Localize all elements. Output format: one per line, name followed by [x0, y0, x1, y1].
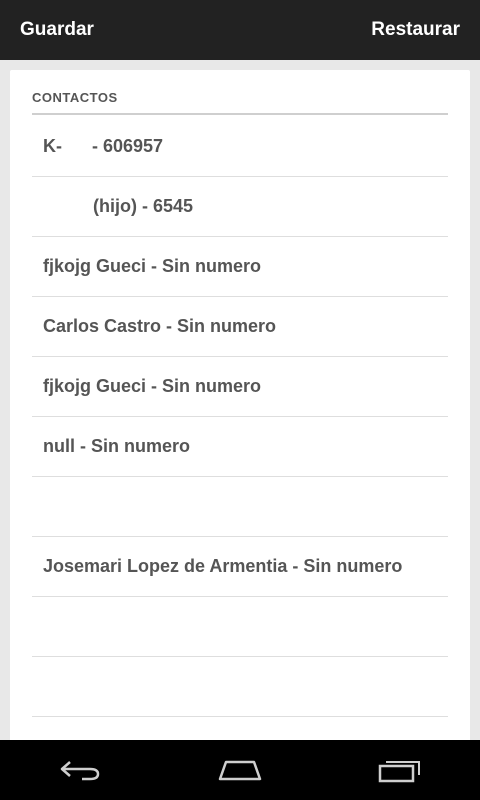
- contact-item[interactable]: K- - 606957: [32, 117, 448, 177]
- recents-button[interactable]: [360, 740, 440, 800]
- back-icon: [60, 761, 100, 781]
- contact-item[interactable]: Josemari Lopez de Armentia - Sin numero: [32, 537, 448, 597]
- back-button[interactable]: [40, 740, 120, 800]
- contact-item[interactable]: (hijo) - 6545: [32, 177, 448, 237]
- action-bar: Guardar Restaurar: [0, 0, 480, 60]
- contact-item[interactable]: [32, 597, 448, 657]
- contact-list: K- - 606957 (hijo) - 6545 fjkojg Gueci -…: [32, 117, 448, 750]
- contact-item[interactable]: fjkojg Gueci - Sin numero: [32, 237, 448, 297]
- contact-item[interactable]: Carlos Castro - Sin numero: [32, 297, 448, 357]
- restore-button[interactable]: Restaurar: [371, 19, 460, 41]
- contacts-card: CONTACTOS K- - 606957 (hijo) - 6545 fjko…: [10, 70, 470, 750]
- home-icon: [218, 760, 262, 781]
- contact-item[interactable]: null - Sin numero: [32, 417, 448, 477]
- contact-item[interactable]: [32, 477, 448, 537]
- contact-item[interactable]: [32, 657, 448, 717]
- contact-item[interactable]: fjkojg Gueci - Sin numero: [32, 357, 448, 417]
- contacts-section-header: CONTACTOS: [32, 90, 448, 115]
- home-button[interactable]: [200, 740, 280, 800]
- recents-icon: [378, 761, 420, 783]
- save-button[interactable]: Guardar: [20, 19, 94, 41]
- navigation-bar: [0, 740, 480, 800]
